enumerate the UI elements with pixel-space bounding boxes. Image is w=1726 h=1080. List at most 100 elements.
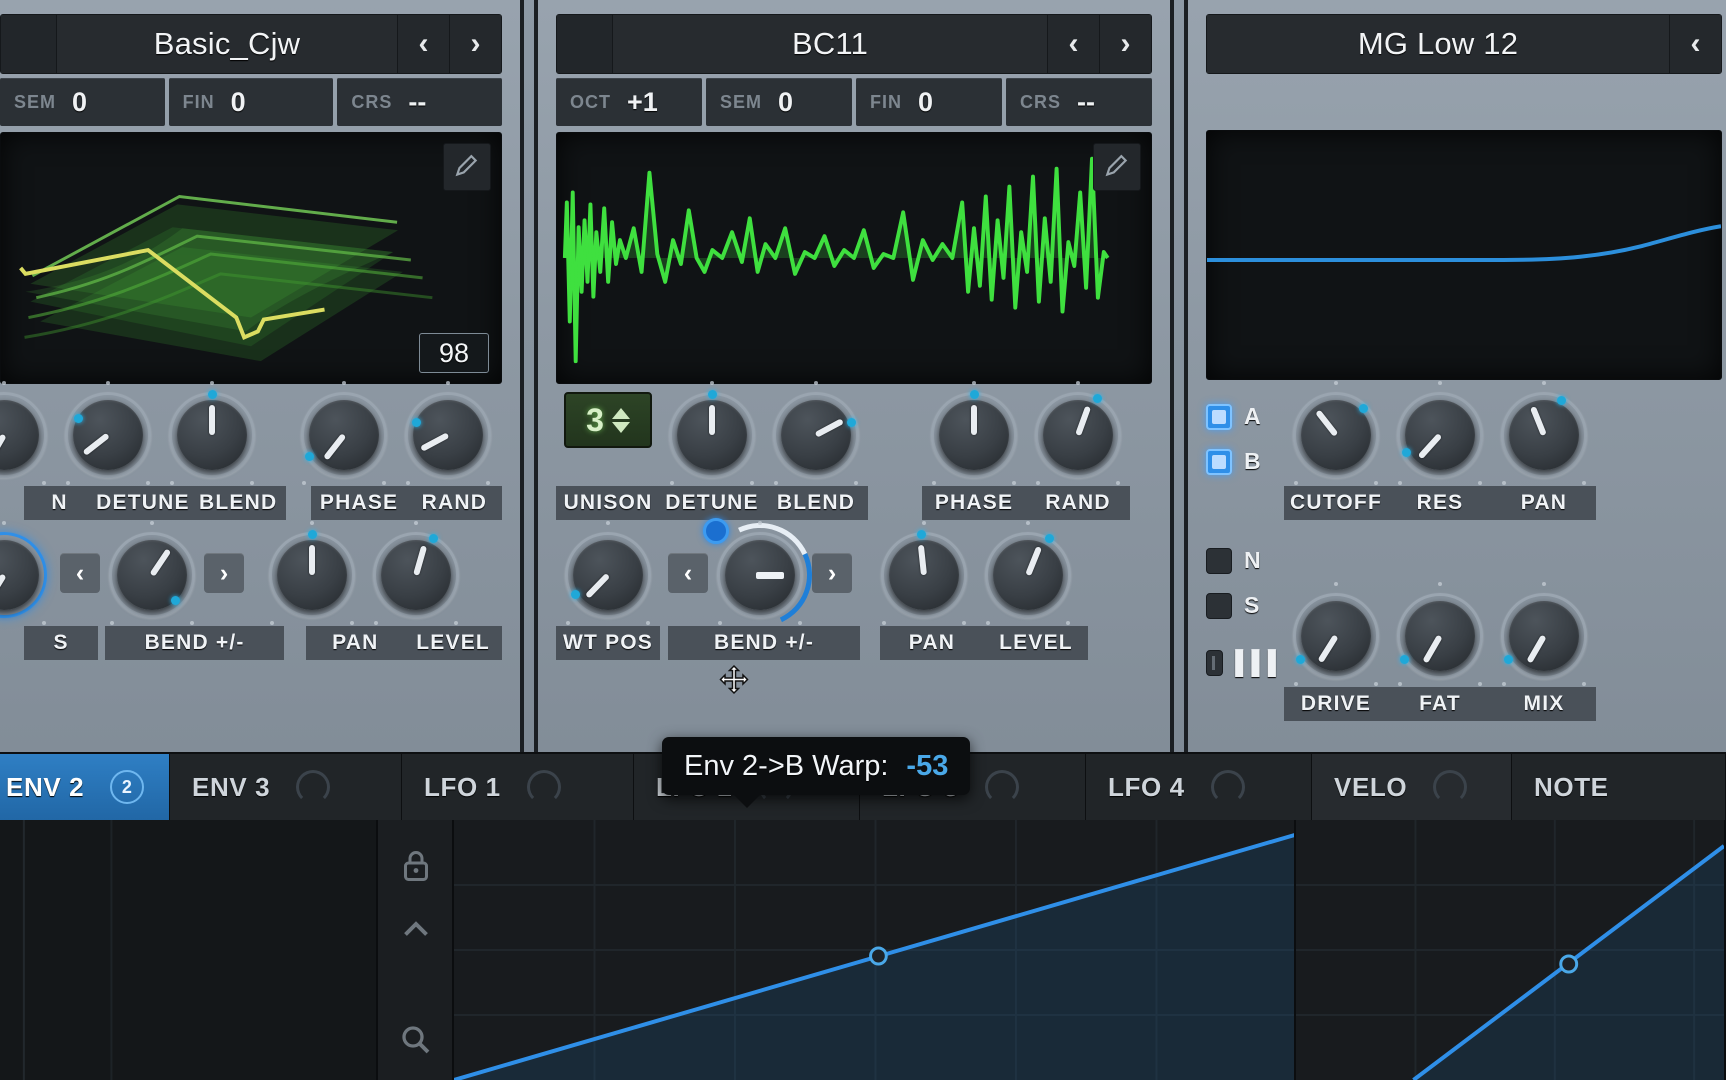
knob-indicator-icon xyxy=(1211,770,1245,804)
osc-b-phase-knob[interactable] xyxy=(931,392,1017,478)
envelope-main-canvas[interactable] xyxy=(454,820,1296,1080)
osc-b-level-label: LEVEL xyxy=(984,626,1088,660)
filter-route-keyboard[interactable]: ▌▌▌ xyxy=(1206,640,1284,685)
osc-b-bend-prev-button[interactable]: ‹ xyxy=(668,553,708,593)
osc-b-level-knob[interactable] xyxy=(985,532,1071,618)
osc-b-detune-knob-cell xyxy=(660,392,764,484)
osc-b-wavetable-name[interactable]: BC11 xyxy=(613,15,1047,73)
osc-a-tuning-strip: SEM 0 FIN 0 CRS -- xyxy=(0,78,502,126)
envelope-left-pane[interactable] xyxy=(0,820,378,1080)
osc-a-sem-cell[interactable]: SEM 0 xyxy=(0,78,165,126)
filter-route-s[interactable]: S xyxy=(1206,583,1284,628)
checkbox-icon[interactable] xyxy=(1206,449,1232,475)
filter-res-knob[interactable] xyxy=(1397,392,1483,478)
osc-b-bend-knob[interactable] xyxy=(717,532,803,618)
osc-b-level-knob-cell xyxy=(976,532,1080,624)
filter-route-b[interactable]: B xyxy=(1206,439,1284,484)
osc-b-sem-cell[interactable]: SEM 0 xyxy=(706,78,852,126)
osc-a-detune-knob[interactable] xyxy=(65,392,151,478)
osc-a-knob-area: N DETUNE BLEND PHASE RAND xyxy=(0,392,502,660)
tab-note[interactable]: NOTE xyxy=(1512,754,1726,820)
osc-b-unison-stepper[interactable]: 3 xyxy=(564,392,652,448)
filter-type-name[interactable]: MG Low 12 xyxy=(1207,15,1669,73)
tab-env-2[interactable]: ENV 2 2 xyxy=(0,754,170,820)
osc-a-level-label: LEVEL xyxy=(404,626,502,660)
osc-b-bend-next-button[interactable]: › xyxy=(812,553,852,593)
osc-a-phase-label: PHASE xyxy=(311,486,406,520)
osc-b-pan-knob[interactable] xyxy=(881,532,967,618)
osc-b-oct-value: +1 xyxy=(627,87,658,118)
checkbox-icon[interactable] xyxy=(1206,593,1232,619)
mod-amount-handle[interactable] xyxy=(703,518,729,544)
tab-env-3[interactable]: ENV 3 xyxy=(170,754,402,820)
osc-a-menu-slot[interactable] xyxy=(1,15,57,73)
osc-a-detune-knob-cell xyxy=(56,392,160,484)
osc-b-crs-cell[interactable]: CRS -- xyxy=(1006,78,1152,126)
osc-b-waveform-display[interactable] xyxy=(556,132,1152,384)
osc-b-rand-knob[interactable] xyxy=(1035,392,1121,478)
osc-a-bend-knob[interactable] xyxy=(109,532,195,618)
osc-a-next-button[interactable]: › xyxy=(449,15,501,73)
osc-a-phase-knob[interactable] xyxy=(301,392,387,478)
filter-mix-knob[interactable] xyxy=(1501,593,1587,679)
filter-route-a[interactable]: A xyxy=(1206,394,1284,439)
stepper-arrows-icon[interactable] xyxy=(612,408,630,433)
tab-lfo-4[interactable]: LFO 4 xyxy=(1086,754,1312,820)
osc-a-crs-cell[interactable]: CRS -- xyxy=(337,78,502,126)
envelope-right-graphic xyxy=(1296,820,1724,1080)
filter-pan-knob[interactable] xyxy=(1501,392,1587,478)
osc-b-rand-knob-cell xyxy=(1026,392,1130,484)
osc-b-tuning-strip: OCT +1 SEM 0 FIN 0 CRS -- xyxy=(556,78,1152,126)
zoom-icon[interactable] xyxy=(392,1016,440,1064)
keyboard-icon[interactable] xyxy=(1206,650,1223,676)
osc-a-bend-label: BEND +/- xyxy=(105,626,284,660)
osc-a-fin-cell[interactable]: FIN 0 xyxy=(169,78,334,126)
knob-indicator-icon xyxy=(527,770,561,804)
osc-a-wavetable-display[interactable]: 98 xyxy=(0,132,502,384)
osc-a-pan-knob[interactable] xyxy=(269,532,355,618)
envelope-right-canvas[interactable] xyxy=(1296,820,1726,1080)
filter-drive-knob[interactable] xyxy=(1293,593,1379,679)
tab-lfo-1-label: LFO 1 xyxy=(424,772,501,803)
osc-a-level-knob-cell xyxy=(364,532,468,624)
osc-a-wtpos-label: S xyxy=(24,626,97,660)
osc-a-prev-button[interactable]: ‹ xyxy=(397,15,449,73)
filter-prev-button[interactable]: ‹ xyxy=(1669,15,1721,73)
osc-b-detune-knob[interactable] xyxy=(669,392,755,478)
tab-lfo-1[interactable]: LFO 1 xyxy=(402,754,634,820)
osc-a-rand-knob-cell xyxy=(396,392,500,484)
osc-b-fin-cell[interactable]: FIN 0 xyxy=(856,78,1002,126)
osc-b-oct-cell[interactable]: OCT +1 xyxy=(556,78,702,126)
osc-a-wtpos-knob-cell xyxy=(0,532,56,624)
pencil-icon[interactable] xyxy=(443,143,491,191)
osc-a-level-knob[interactable] xyxy=(373,532,459,618)
tab-velo[interactable]: VELO xyxy=(1312,754,1512,820)
osc-a-phase-knob-cell xyxy=(292,392,396,484)
osc-a-unison-knob[interactable] xyxy=(0,392,47,478)
osc-a-blend-knob[interactable] xyxy=(169,392,255,478)
chevron-up-icon[interactable] xyxy=(392,906,440,954)
osc-b-label-strip-bottom: WT POS BEND +/- PAN LEVEL xyxy=(556,626,1152,660)
osc-a-bend-next-button[interactable]: › xyxy=(204,553,244,593)
osc-a-wavetable-index[interactable]: 98 xyxy=(419,333,489,373)
osc-b-next-button[interactable]: › xyxy=(1099,15,1151,73)
checkbox-icon[interactable] xyxy=(1206,404,1232,430)
knob-indicator-icon xyxy=(1433,770,1467,804)
osc-a-wavetable-name[interactable]: Basic_Cjw xyxy=(57,15,397,73)
osc-b-prev-button[interactable]: ‹ xyxy=(1047,15,1099,73)
osc-a-bend-prev-button[interactable]: ‹ xyxy=(60,553,100,593)
checkbox-icon[interactable] xyxy=(1206,548,1232,574)
osc-b-menu-slot[interactable] xyxy=(557,15,613,73)
osc-b-blend-knob[interactable] xyxy=(773,392,859,478)
filter-route-n[interactable]: N xyxy=(1206,538,1284,583)
osc-a-rand-knob[interactable] xyxy=(405,392,491,478)
lock-icon[interactable] xyxy=(392,842,440,890)
filter-cutoff-knob[interactable] xyxy=(1293,392,1379,478)
osc-b-wtpos-knob-cell xyxy=(556,532,660,624)
osc-a-wtpos-knob[interactable] xyxy=(0,532,47,618)
osc-b-wtpos-knob[interactable] xyxy=(565,532,651,618)
filter-curve-display[interactable] xyxy=(1206,130,1722,380)
filter-fat-knob[interactable] xyxy=(1397,593,1483,679)
filter-cutoff-label: CUTOFF xyxy=(1284,486,1388,520)
osc-b-pencil-icon[interactable] xyxy=(1093,143,1141,191)
